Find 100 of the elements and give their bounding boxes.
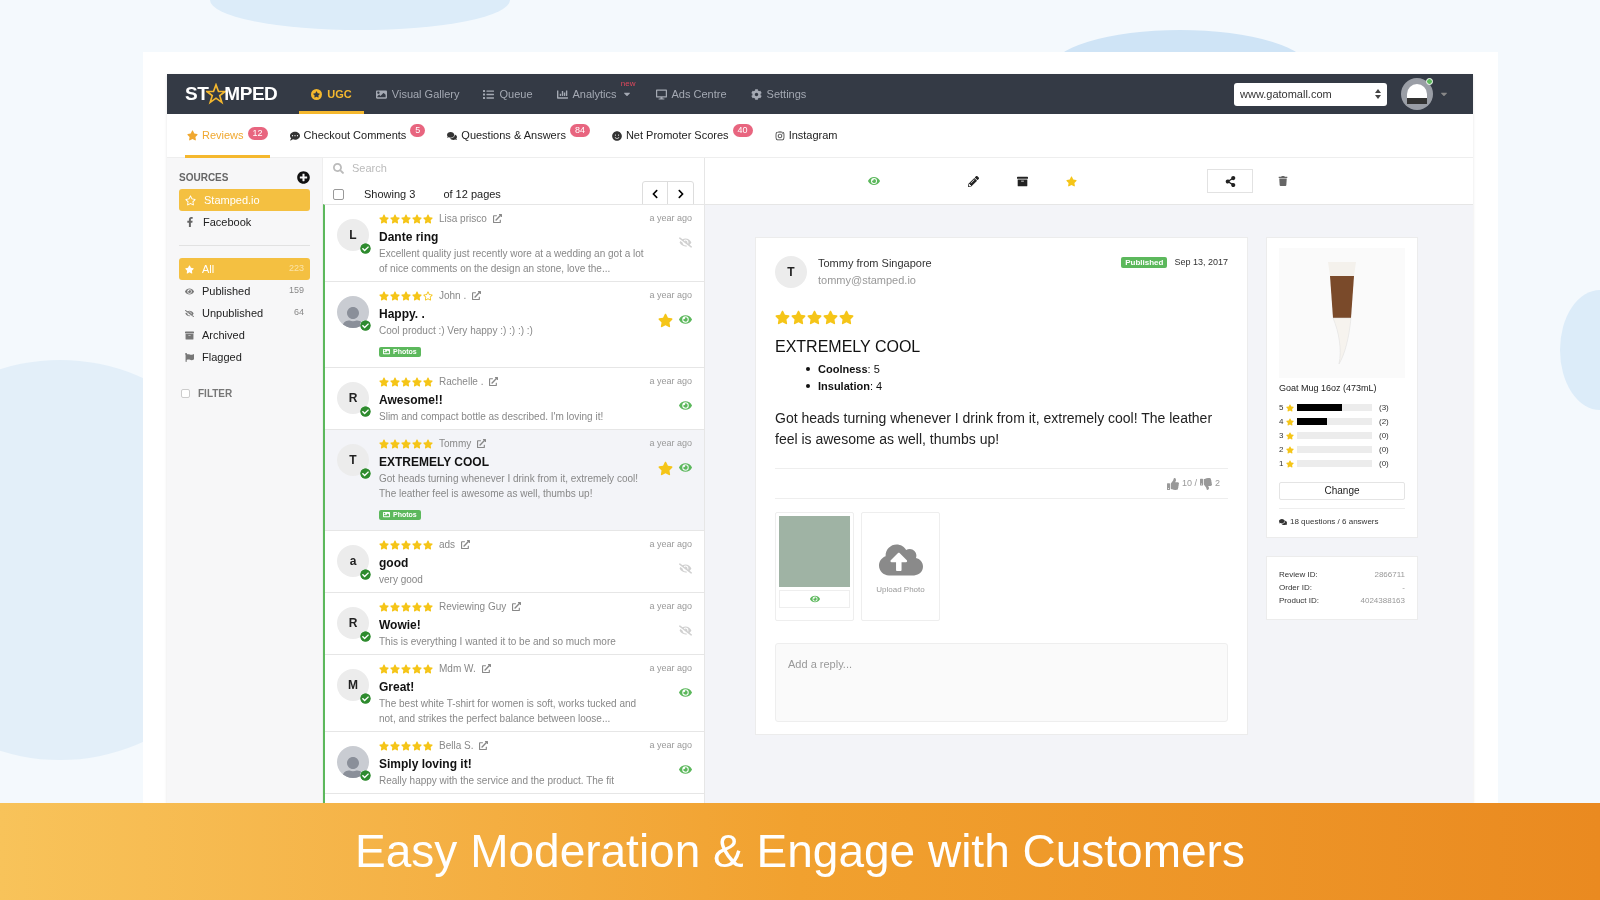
nav-tab[interactable]: Queue — [471, 74, 545, 114]
review-title: Wowie! — [379, 617, 422, 634]
eye-icon[interactable] — [679, 686, 692, 699]
review-time: a year ago — [649, 288, 692, 302]
eye-icon[interactable] — [679, 313, 692, 326]
eye-icon[interactable] — [868, 175, 880, 187]
search-input[interactable]: Search — [352, 159, 552, 177]
eye-icon — [185, 286, 194, 296]
review-excerpt: very good — [379, 573, 424, 587]
reviewer-name: Bella S. — [439, 739, 474, 753]
reviewer-name: Mdm W. — [439, 662, 476, 676]
logo-text: ST — [185, 81, 209, 106]
thumbs-up-icon[interactable] — [1166, 477, 1179, 490]
review-type-tab[interactable]: Net Promoter Scores 40 — [609, 113, 755, 158]
review-type-tab[interactable]: Instagram — [772, 113, 840, 158]
add-icon[interactable] — [297, 171, 310, 184]
share-button[interactable] — [1207, 169, 1253, 193]
star-icon — [1286, 445, 1294, 454]
eye-slash-icon[interactable] — [679, 236, 692, 249]
star-icon[interactable] — [658, 461, 673, 476]
external-link-icon[interactable] — [479, 741, 489, 750]
external-link-icon[interactable] — [477, 439, 487, 448]
reviewer-name: John . — [439, 289, 467, 303]
verified-check-icon — [360, 569, 371, 580]
settings-icon — [750, 88, 762, 100]
review-time: a year ago — [649, 436, 692, 450]
checkbox[interactable] — [333, 188, 344, 200]
review-time: a year ago — [649, 211, 692, 225]
star-level: 2 — [1279, 443, 1285, 456]
trash-icon[interactable] — [1278, 176, 1288, 186]
photo-visibility-button[interactable] — [779, 590, 850, 608]
review-title: Simply loving it! — [379, 756, 473, 773]
avatar: T — [337, 444, 369, 476]
attribute-rating: Insulation: 4 — [818, 378, 883, 394]
nav-tab[interactable]: Visual Gallery — [363, 74, 472, 114]
eye-slash-icon[interactable] — [679, 624, 692, 637]
review-row[interactable]: L Lisa prisco a year ago Dante ring Excellent quality just recently wore at a wedding an got a lot of nice comments on the design an stone, love the... — [325, 205, 704, 282]
change-button[interactable]: Change — [1279, 481, 1405, 500]
external-link-icon[interactable] — [489, 377, 499, 386]
pencil-icon[interactable] — [968, 175, 979, 187]
image-icon — [383, 348, 390, 355]
external-link-icon[interactable] — [472, 291, 482, 300]
id-label: Review ID: — [1279, 569, 1318, 581]
review-type-tab[interactable]: Questions & Answers 84 — [445, 113, 592, 158]
star-icon[interactable] — [658, 313, 673, 328]
user-avatar[interactable] — [1401, 78, 1433, 110]
avatar: R — [337, 607, 369, 639]
rating-count: (3) — [1379, 401, 1389, 414]
nav-tab[interactable]: Analytics new — [544, 74, 644, 114]
review-time: a year ago — [649, 738, 692, 752]
eye-icon[interactable] — [679, 461, 692, 474]
review-time: a year ago — [649, 661, 692, 675]
showing-count: Showing 3 — [364, 186, 416, 202]
thumbs-down-icon[interactable] — [1200, 477, 1212, 490]
upvote-count: 10 / — [1181, 476, 1197, 490]
external-link-icon[interactable] — [461, 540, 471, 549]
camera-icon — [774, 130, 785, 141]
archive-icon — [185, 330, 194, 340]
filter-item[interactable]: Archived — [179, 324, 310, 346]
review-type-tab[interactable]: Checkout Comments 5 — [287, 113, 428, 158]
eye-icon[interactable] — [679, 399, 692, 412]
review-excerpt: Got heads turning whenever I drink from it, extremely cool! The leather feel is awesome as well, thumbs up! — [379, 472, 639, 501]
chat-bubbles-icon — [447, 130, 458, 141]
archive-icon[interactable] — [1017, 175, 1028, 187]
eye-slash-icon[interactable] — [679, 562, 692, 575]
star-icon — [185, 194, 196, 206]
star-icon[interactable] — [1066, 175, 1077, 187]
avatar: L — [337, 219, 369, 251]
review-title: good — [379, 555, 410, 572]
source-item[interactable]: Facebook — [179, 211, 310, 233]
nav-tab[interactable]: Settings — [738, 74, 819, 114]
external-link-icon[interactable] — [512, 602, 522, 611]
external-link-icon[interactable] — [481, 664, 491, 673]
count-badge: 5 — [410, 123, 426, 137]
logo-text: MPED — [224, 81, 278, 106]
store-select[interactable]: www.gatomall.com — [1234, 82, 1387, 106]
search-field[interactable]: Search — [333, 159, 694, 177]
image-icon — [383, 511, 390, 518]
review-title: EXTREMELY COOL — [379, 454, 491, 471]
filter-item[interactable]: Flagged — [179, 346, 310, 368]
filter-item[interactable]: Unpublished 64 — [179, 302, 310, 324]
id-value: 4024388163 — [1360, 595, 1405, 607]
external-link-icon[interactable] — [492, 214, 502, 223]
rating-count: (0) — [1379, 429, 1389, 442]
reply-field[interactable]: Add a reply... — [775, 643, 1228, 722]
share-icon — [1224, 175, 1236, 187]
downvote-count: 2 — [1215, 476, 1220, 490]
eye-icon[interactable] — [679, 763, 692, 776]
star-icon — [1286, 459, 1294, 468]
checkbox[interactable] — [181, 389, 190, 398]
review-excerpt: Cool product :) Very happy :) :) :) :) — [379, 324, 534, 338]
flag-icon — [185, 352, 194, 362]
section-heading: SOURCES — [179, 171, 229, 185]
reviewer-name: Lisa prisco — [439, 212, 487, 226]
nav-tab[interactable]: Ads Centre — [643, 74, 739, 114]
banner-headline: Easy Moderation & Engage with Customers — [355, 824, 1245, 879]
new-label: new — [620, 78, 636, 90]
filter-item[interactable]: Published 159 — [179, 280, 310, 302]
reviewer-name: Rachelle . — [439, 375, 484, 389]
star-icon — [187, 130, 198, 141]
